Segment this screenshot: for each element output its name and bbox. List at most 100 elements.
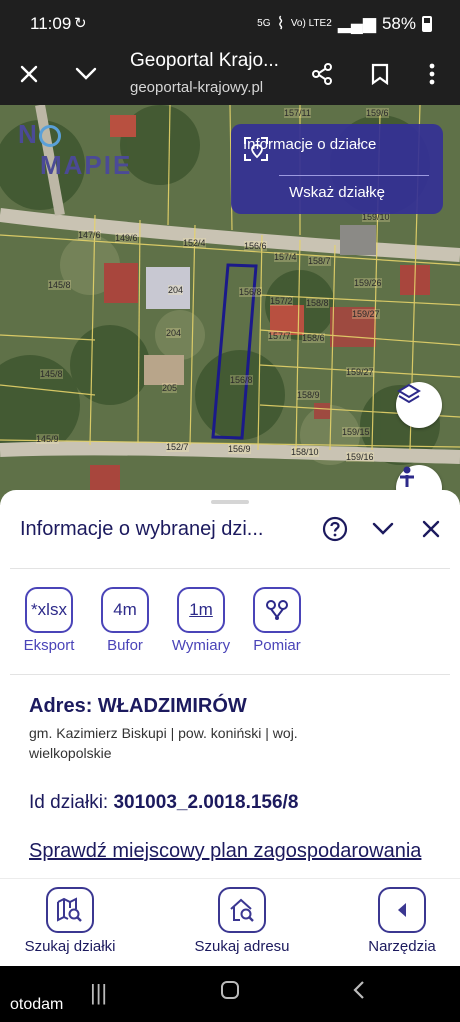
parcel-info-panel: Informacje o działce Wskaż działkę (231, 124, 443, 214)
parcel-label: 159/6 (366, 108, 389, 118)
show-parcel-button[interactable]: Wskaż działkę (231, 184, 443, 201)
signal-icon: ▂▄▆ (337, 14, 376, 33)
parcel-label: 159/26 (354, 278, 382, 288)
na-mapie-logo: N MAPIE (18, 119, 133, 180)
person-icon (400, 466, 414, 487)
dimensions-label: Wymiary (171, 637, 231, 654)
parcel-id-value: 301003_2.0018.156/8 (113, 792, 299, 813)
home-icon[interactable] (220, 980, 240, 1006)
lte-badge: Vo) LTE2 (290, 18, 332, 29)
nav-search-address[interactable]: Szukaj adresu (177, 887, 307, 955)
parcel-label: 204 (166, 328, 182, 338)
buffer-tool[interactable]: 4m Bufor (94, 587, 156, 654)
status-right: 5G ⌇ Vo) LTE2 ▂▄▆ 58% (257, 14, 432, 34)
chevron-down-icon[interactable] (66, 54, 106, 94)
buffer-label: Bufor (107, 637, 143, 654)
system-navigation-bar: otodam ||| (0, 966, 460, 1022)
browser-header: Geoportal Krajo... geoportal-krajowy.pl (0, 48, 460, 105)
parcel-label: 149/6 (115, 233, 138, 243)
parcel-label: 158/8 (306, 298, 329, 308)
home-search-icon (218, 887, 266, 933)
select-area-icon (244, 137, 268, 161)
nav-tools[interactable]: Narzędzia (337, 887, 460, 955)
parcel-label: 158/7 (308, 256, 331, 266)
parcel-label: 147/6 (78, 230, 101, 240)
sheet-title: Informacje o wybranej dzi... (20, 518, 264, 540)
measure-tool[interactable]: Pomiar (246, 587, 308, 654)
panel-divider (279, 175, 429, 176)
more-vert-icon[interactable] (412, 54, 452, 94)
parcel-label: 157/4 (274, 252, 297, 262)
parcel-label: 158/9 (297, 390, 320, 400)
address: Adres: WŁADZIMIRÓW (29, 695, 247, 718)
zoning-plan-link[interactable]: Sprawdź miejscowy plan zagospodarowania (29, 840, 421, 863)
battery-percent: 58% (381, 14, 416, 33)
buffer-icon: 4m (101, 587, 149, 633)
map-search-icon (46, 887, 94, 933)
network-badge: 5G (257, 18, 271, 29)
nav-tools-label: Narzędzia (368, 938, 436, 955)
export-label: Eksport (23, 637, 75, 654)
parcel-label: 145/8 (40, 369, 63, 379)
close-icon[interactable] (9, 54, 49, 94)
parcel-label: 156/8 (230, 375, 253, 385)
bookmark-icon[interactable] (360, 54, 400, 94)
parcel-id-key: Id działki: (29, 792, 109, 813)
parcel-label: 156/9 (228, 444, 251, 454)
tools-divider (10, 674, 450, 675)
parcel-label: 159/16 (346, 452, 374, 462)
parcel-label: 158/10 (291, 447, 319, 457)
help-icon[interactable] (320, 514, 350, 544)
wifi-icon: ⌇ (276, 14, 285, 33)
parcel-label: 152/7 (166, 442, 189, 452)
collapse-chevron-icon[interactable] (368, 514, 398, 544)
top-bar: 11:09 ↻ 5G ⌇ Vo) LTE2 ▂▄▆ 58% Geoportal … (0, 0, 460, 105)
status-time: 11:09 (30, 14, 72, 33)
parcel-label: 159/27 (352, 309, 380, 319)
dimensions-tool[interactable]: 1m Wymiary (170, 587, 232, 654)
watermark: otodam (10, 996, 64, 1013)
share-icon[interactable] (302, 54, 342, 94)
header-divider (10, 568, 450, 569)
parcel-info-button[interactable]: Informacje o działce (243, 136, 376, 161)
xlsx-icon: *xlsx (25, 587, 73, 633)
page-url[interactable]: geoportal-krajowy.pl (130, 79, 263, 96)
status-bar: 11:09 ↻ 5G ⌇ Vo) LTE2 ▂▄▆ 58% (0, 0, 460, 48)
parcel-label: 159/15 (342, 427, 370, 437)
bottom-navigation: Szukaj działki Szukaj adresu Narzędzia (0, 878, 460, 966)
nav-search-parcel-label: Szukaj działki (24, 938, 116, 955)
page-title: Geoportal Krajo... (130, 50, 279, 71)
chevron-left-icon (378, 887, 426, 933)
battery-icon (422, 16, 432, 32)
nav-search-parcel[interactable]: Szukaj działki (5, 887, 135, 955)
address-key: Adres: (29, 695, 93, 717)
back-icon[interactable] (352, 980, 366, 1006)
parcel-label: 152/4 (183, 238, 206, 248)
parcel-label: 205 (162, 383, 178, 393)
nav-search-address-label: Szukaj adresu (194, 938, 290, 955)
parcel-label: 204 (168, 285, 184, 295)
drag-handle[interactable] (211, 500, 249, 504)
parcel-details-sheet: Informacje o wybranej dzi... *xlsx Ekspo… (0, 490, 460, 880)
close-sheet-icon[interactable] (416, 514, 446, 544)
parcel-label: 157/2 (270, 296, 293, 306)
parcel-label: 145/8 (48, 280, 71, 290)
parcel-id: Id działki: 301003_2.0018.156/8 (29, 792, 298, 814)
sync-icon: ↻ (74, 15, 87, 32)
parcel-label: 156/6 (244, 241, 267, 251)
layers-icon (397, 383, 421, 404)
ruler-icon: 1m (177, 587, 225, 633)
recents-icon[interactable]: ||| (90, 980, 107, 1006)
measure-label: Pomiar (253, 637, 301, 654)
map-view[interactable]: 157/11 159/6 159/10 147/6 149/6 152/4 15… (0, 105, 460, 505)
parcel-label: 158/6 (302, 333, 325, 343)
parcel-label: 156/8 (239, 287, 262, 297)
layers-button[interactable] (396, 382, 442, 428)
parcel-label: 159/27 (346, 367, 374, 377)
export-tool[interactable]: *xlsx Eksport (18, 587, 80, 654)
address-value: WŁADZIMIRÓW (97, 695, 247, 717)
parcel-label: 145/9 (36, 434, 59, 444)
parcel-label: 157/11 (284, 108, 311, 118)
administrative-units: gm. Kazimierz Biskupi | pow. koniński | … (29, 725, 298, 761)
parcel-label: 157/7 (268, 331, 291, 341)
